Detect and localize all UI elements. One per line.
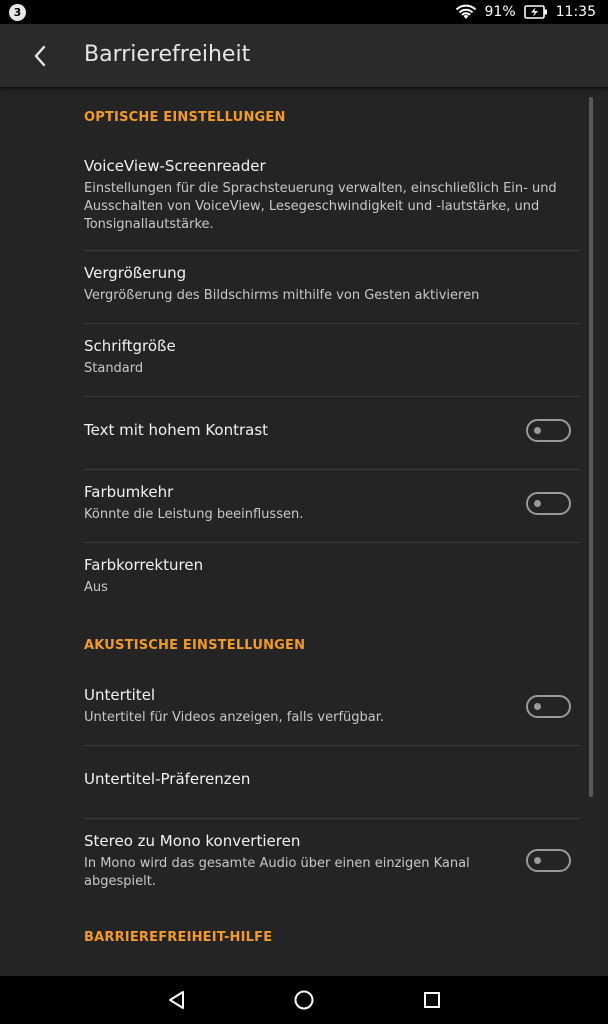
- settings-list[interactable]: OPTISCHE EINSTELLUNGEN VoiceView-Screenr…: [0, 87, 608, 976]
- setting-title: VoiceView-Screenreader: [84, 157, 266, 175]
- setting-subtitle: Könnte die Leistung beeinflussen.: [84, 507, 304, 522]
- color-inversion-toggle[interactable]: [526, 492, 571, 515]
- setting-font-size[interactable]: Schriftgröße Standard: [84, 337, 580, 378]
- clock: 11:35: [555, 4, 596, 20]
- setting-high-contrast[interactable]: Text mit hohem Kontrast: [84, 421, 504, 439]
- setting-title: Untertitel: [84, 686, 156, 704]
- section-header-acoustic: AKUSTISCHE EINSTELLUNGEN: [84, 638, 306, 653]
- setting-voiceview[interactable]: VoiceView-Screenreader Einstellungen für…: [84, 157, 580, 234]
- setting-title: Schriftgröße: [84, 337, 176, 355]
- divider: [84, 323, 580, 324]
- system-navigation-bar: [0, 976, 608, 1024]
- scrollbar[interactable]: [589, 97, 593, 797]
- setting-caption-preferences[interactable]: Untertitel-Präferenzen: [84, 770, 580, 788]
- setting-subtitle: Standard: [84, 361, 144, 376]
- divider: [84, 469, 580, 470]
- battery-charging-icon: [523, 5, 548, 19]
- nav-recents-button[interactable]: [420, 988, 444, 1012]
- section-header-optical: OPTISCHE EINSTELLUNGEN: [84, 110, 286, 125]
- nav-back-button[interactable]: [165, 988, 189, 1012]
- setting-subtitle: Aus: [84, 580, 108, 595]
- wifi-icon: [455, 4, 477, 20]
- square-recents-icon: [424, 992, 440, 1008]
- chevron-left-icon: [34, 45, 46, 67]
- setting-subtitle: Vergrößerung des Bildschirms mithilfe vo…: [84, 288, 480, 303]
- circle-home-icon: [294, 990, 314, 1010]
- app-bar: Barrierefreiheit: [0, 24, 608, 87]
- setting-color-inversion[interactable]: Farbumkehr Könnte die Leistung beeinflus…: [84, 483, 504, 524]
- captions-toggle[interactable]: [526, 695, 571, 718]
- divider: [84, 396, 580, 397]
- section-header-help: BARRIEREFREIHEIT-HILFE: [84, 930, 273, 945]
- setting-subtitle: In Mono wird das gesamte Audio über eine…: [84, 856, 470, 889]
- nav-home-button[interactable]: [292, 988, 316, 1012]
- page-title: Barrierefreiheit: [84, 42, 251, 67]
- setting-subtitle: Einstellungen für die Sprachsteuerung ve…: [84, 181, 557, 232]
- setting-captions[interactable]: Untertitel Untertitel für Videos anzeige…: [84, 686, 504, 727]
- status-indicators: 91% 11:35: [455, 0, 596, 24]
- setting-title: Stereo zu Mono konvertieren: [84, 832, 301, 850]
- status-bar: 3 91% 11:35: [0, 0, 608, 24]
- battery-percent: 91%: [484, 4, 516, 20]
- setting-title: Vergrößerung: [84, 264, 187, 282]
- setting-subtitle: Untertitel für Videos anzeigen, falls ve…: [84, 710, 385, 725]
- setting-title: Farbumkehr: [84, 483, 174, 501]
- divider: [84, 542, 580, 543]
- setting-title: Text mit hohem Kontrast: [84, 421, 269, 439]
- setting-magnification[interactable]: Vergrößerung Vergrößerung des Bildschirm…: [84, 264, 580, 305]
- divider: [84, 250, 580, 251]
- setting-color-correction[interactable]: Farbkorrekturen Aus: [84, 556, 580, 597]
- setting-title: Farbkorrekturen: [84, 556, 204, 574]
- divider: [84, 818, 580, 819]
- mono-audio-toggle[interactable]: [526, 849, 571, 872]
- triangle-back-icon: [169, 991, 184, 1009]
- notification-count-badge: 3: [9, 4, 26, 21]
- accessibility-settings-screen: Barrierefreiheit OPTISCHE EINSTELLUNGEN …: [0, 24, 608, 976]
- high-contrast-toggle[interactable]: [526, 419, 571, 442]
- back-button[interactable]: [22, 38, 58, 74]
- setting-mono-audio[interactable]: Stereo zu Mono konvertieren In Mono wird…: [84, 832, 504, 891]
- divider: [84, 745, 580, 746]
- setting-title: Untertitel-Präferenzen: [84, 770, 251, 788]
